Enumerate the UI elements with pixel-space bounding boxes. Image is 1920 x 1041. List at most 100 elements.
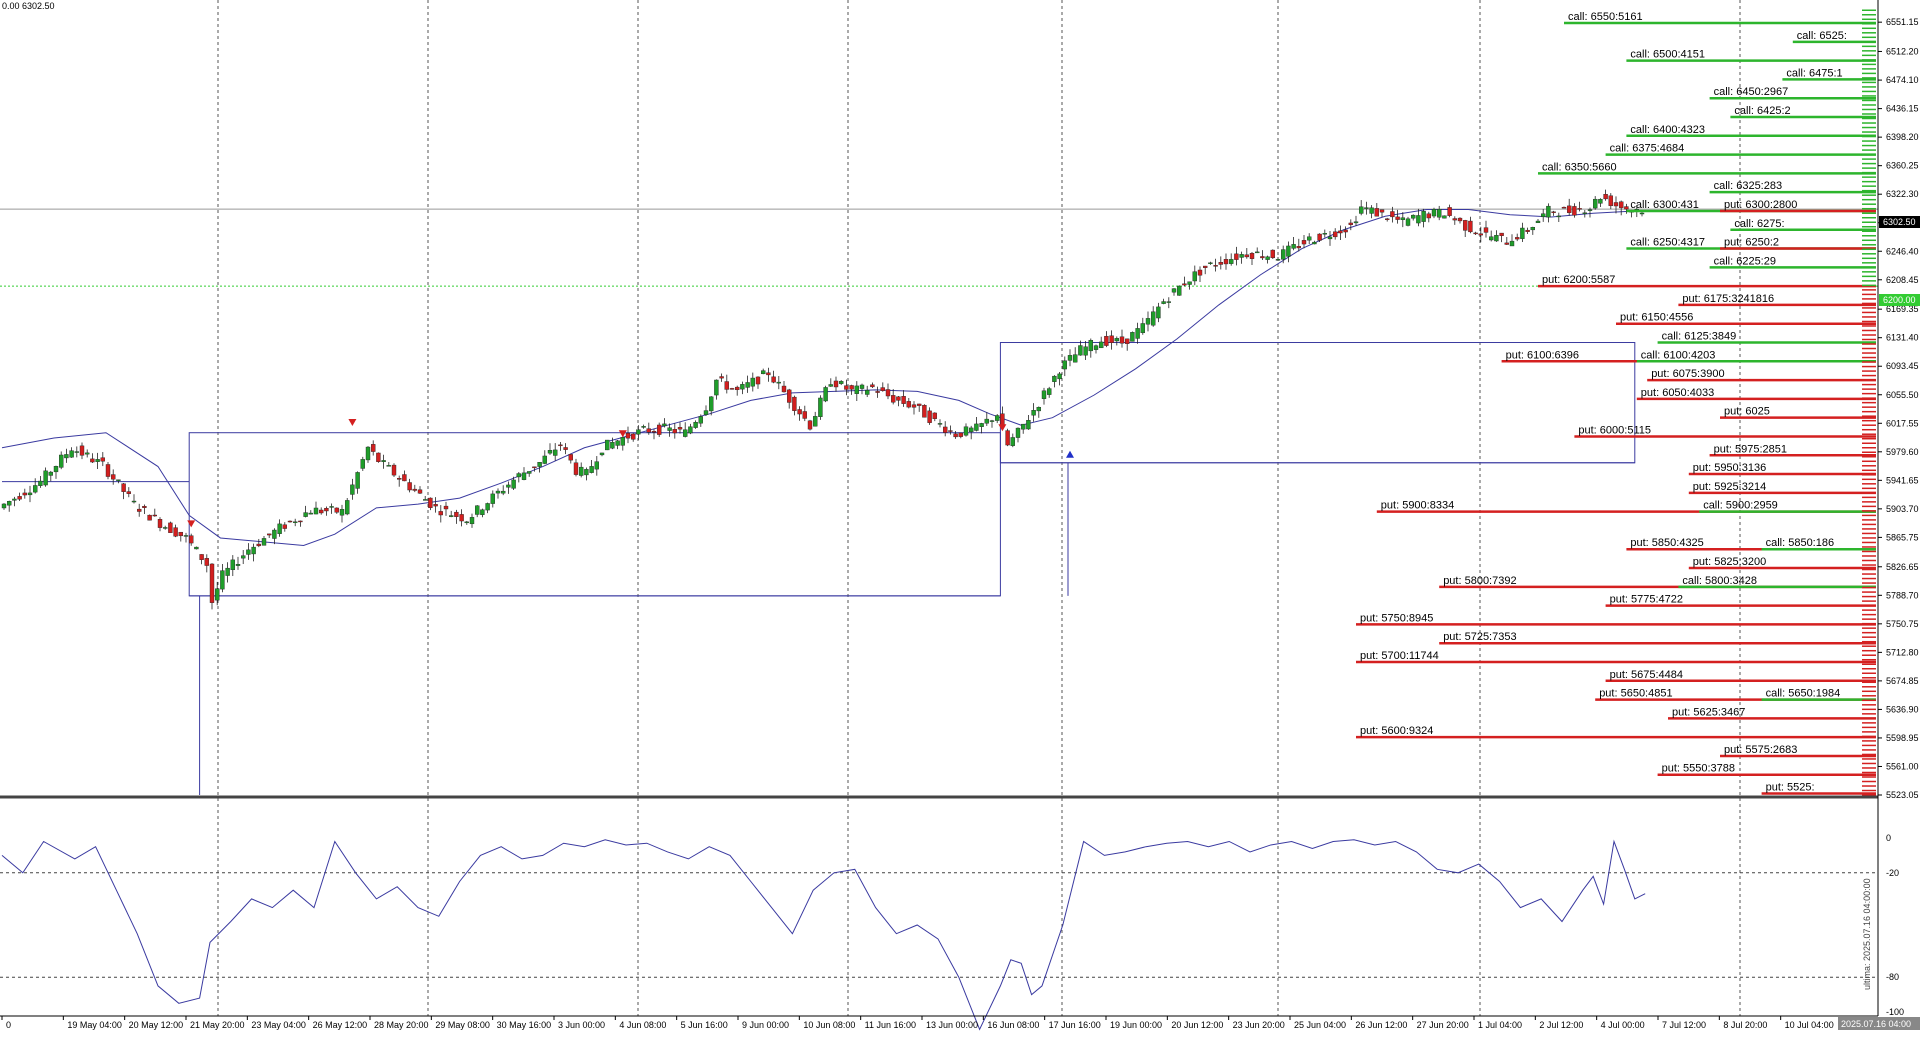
candle-body [485, 503, 490, 511]
candle-body [33, 485, 38, 493]
candle-body [1291, 244, 1296, 249]
candle-body [412, 488, 417, 491]
trading-chart[interactable]: call: 6550:5161 call: 6525: call: 6500:415… [0, 0, 1920, 1036]
price-tick-label: 6017.55 [1886, 418, 1919, 428]
time-tick-label: 26 Jun 12:00 [1355, 1020, 1407, 1030]
candle-body [209, 563, 215, 603]
candle-body [1364, 207, 1369, 209]
candle-body [329, 506, 334, 508]
candle-body [1062, 360, 1068, 370]
call-level-label: call: 6400:4323 [1630, 124, 1705, 136]
candle-body [131, 500, 137, 503]
candle-body [657, 424, 662, 435]
candle-body [1379, 209, 1385, 213]
candle-body [417, 489, 423, 494]
time-tick-label: 0 [6, 1020, 11, 1030]
time-tick-label: 19 Jun 00:00 [1110, 1020, 1162, 1030]
candle-body [251, 546, 256, 555]
price-tick-label: 5636.90 [1886, 704, 1919, 714]
candle-body [360, 459, 365, 469]
time-tick-label: 3 Jun 00:00 [558, 1020, 605, 1030]
time-tick-label: 9 Jun 00:00 [742, 1020, 789, 1030]
candle-body [1416, 215, 1421, 224]
candle-body [729, 388, 735, 390]
candle-body [719, 376, 724, 379]
candle-body [625, 433, 631, 439]
candle-body [1551, 211, 1556, 213]
candle-body [1624, 206, 1629, 210]
candle-body [162, 527, 168, 529]
candle-body [1348, 222, 1354, 225]
put-level-label: put: 5925:3214 [1693, 481, 1766, 493]
candle-body [771, 376, 776, 383]
price-tick-label: 6055.50 [1886, 390, 1919, 400]
candle-body [599, 452, 605, 456]
chart-canvas[interactable]: call: 6550:5161 call: 6525: call: 6500:415… [0, 0, 1920, 1036]
time-tick-label: 21 May 20:00 [190, 1020, 245, 1030]
put-level-label: put: 6200:5587 [1542, 274, 1615, 286]
candle-body [501, 490, 506, 494]
candle-body [1353, 221, 1359, 224]
candle-body [547, 450, 553, 454]
call-level-label: call: 5650:1984 [1766, 688, 1841, 700]
candle-body [1332, 231, 1338, 238]
candle-body [22, 492, 27, 496]
candle-body [246, 549, 251, 555]
candle-body [1088, 340, 1094, 352]
candle-body [1592, 198, 1598, 209]
time-tick-label: 19 May 04:00 [67, 1020, 122, 1030]
put-level-label: put: 5725:7353 [1443, 631, 1516, 643]
candle-body [438, 511, 443, 516]
candle-body [1431, 209, 1437, 217]
candle-body [1400, 217, 1406, 220]
price-tick-label: 5561.00 [1886, 761, 1919, 771]
candle-body [1317, 233, 1322, 241]
candle-body [615, 440, 620, 446]
candle-body [1598, 198, 1603, 204]
put-level-label: put: 6075:3900 [1651, 368, 1724, 380]
call-level-label: call: 5850:186 [1766, 537, 1835, 549]
candle-body [901, 396, 906, 404]
candle-body [105, 464, 111, 477]
candle-body [1582, 212, 1588, 214]
candle-body [1566, 205, 1572, 213]
candle-body [542, 455, 547, 464]
candle-body [891, 395, 896, 403]
candle-body [267, 533, 272, 536]
candle-body [807, 420, 813, 430]
candle-body [1561, 206, 1567, 209]
call-level-label: call: 6275: [1734, 218, 1784, 230]
price-tick-label: 6512.20 [1886, 46, 1919, 56]
candle-body [1031, 410, 1036, 416]
candle-body [1613, 202, 1619, 207]
candle-body [428, 497, 433, 509]
put-level-label: put: 6175:3241816 [1682, 293, 1774, 305]
candle-body [365, 446, 371, 461]
candle-body [646, 428, 651, 433]
candle-body [896, 396, 901, 401]
level-marker-label: 6200.00 [1883, 295, 1916, 305]
candle-body [469, 517, 475, 525]
candle-body [537, 462, 542, 467]
candle-body [1104, 335, 1109, 346]
candle-body [53, 466, 59, 473]
price-tick-label: 6246.40 [1886, 246, 1919, 256]
candle-body [974, 423, 979, 431]
candle-body [937, 423, 943, 425]
candle-body [1234, 253, 1239, 260]
candle-body [797, 409, 802, 415]
candle-body [885, 389, 891, 397]
candle-body [1202, 265, 1208, 268]
candle-body [1239, 254, 1244, 258]
candle-body [1426, 213, 1432, 219]
put-level-label: put: 6000:5115 [1578, 424, 1651, 436]
candle-body [636, 429, 641, 435]
candle-body [1338, 230, 1343, 234]
price-tick-label: 5674.85 [1886, 676, 1919, 686]
candle-body [1447, 207, 1452, 216]
candle-body [43, 470, 48, 486]
indicator-tick-label: -20 [1886, 868, 1899, 878]
candle-body [948, 430, 953, 432]
candle-body [386, 465, 391, 467]
candle-body [995, 415, 1000, 421]
